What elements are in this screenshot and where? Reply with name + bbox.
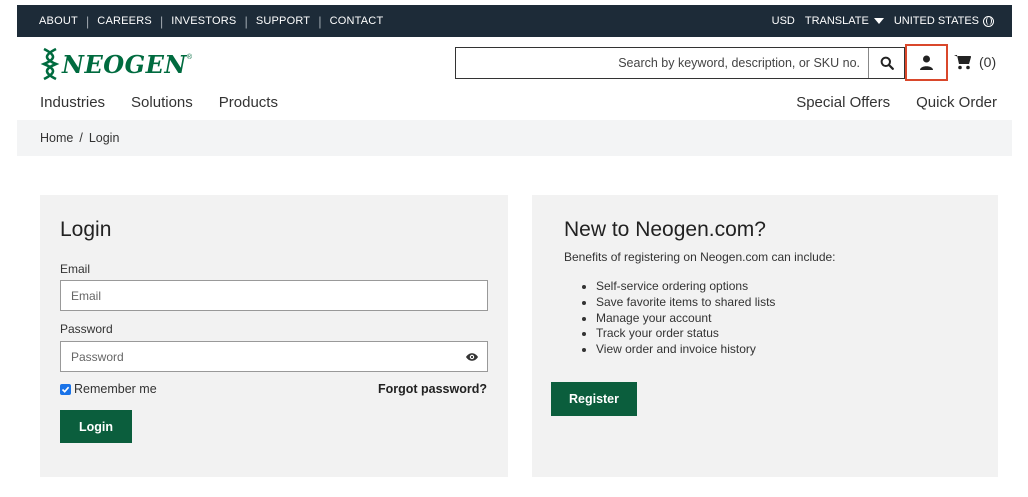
password-field[interactable] (61, 342, 457, 371)
register-title: New to Neogen.com? (564, 218, 766, 241)
register-button[interactable]: Register (551, 382, 637, 416)
utility-bar: ABOUT | CAREERS | INVESTORS | SUPPORT | … (17, 5, 1012, 37)
user-icon (920, 55, 933, 70)
email-field[interactable] (61, 281, 487, 310)
list-item: Manage your account (596, 311, 775, 327)
logo-wordmark: NEOGEN (62, 49, 187, 79)
main-nav: Industries Solutions Products (40, 94, 278, 111)
breadcrumb-home[interactable]: Home (40, 131, 73, 145)
support-link[interactable]: SUPPORT (256, 15, 310, 27)
careers-link[interactable]: CAREERS (97, 15, 152, 27)
caret-down-icon (873, 18, 884, 25)
translate-dropdown[interactable]: TRANSLATE (805, 15, 884, 27)
region-label: UNITED STATES (893, 15, 979, 27)
register-panel: New to Neogen.com? Benefits of registeri… (532, 195, 998, 477)
remember-me-checkbox[interactable] (60, 383, 71, 395)
breadcrumb: Home / Login (17, 120, 1012, 156)
neogen-logo[interactable]: NEOGEN ® (40, 46, 192, 82)
about-link[interactable]: ABOUT (39, 15, 78, 27)
email-field-box (60, 280, 488, 311)
search-input[interactable] (456, 48, 868, 78)
forgot-password-link[interactable]: Forgot password? (378, 382, 487, 396)
separator: | (159, 13, 164, 29)
checkmark-icon (61, 386, 70, 393)
nav-quick-order[interactable]: Quick Order (916, 94, 997, 111)
remember-me[interactable]: Remember me (60, 382, 157, 396)
currency-selector[interactable]: USD (772, 15, 795, 27)
separator: | (85, 13, 90, 29)
search-button[interactable] (868, 48, 904, 78)
show-password-button[interactable] (457, 342, 487, 371)
breadcrumb-separator: / (79, 131, 83, 145)
account-button[interactable] (905, 44, 948, 81)
nav-industries[interactable]: Industries (40, 94, 105, 111)
translate-label: TRANSLATE (804, 15, 869, 27)
utility-right: USD TRANSLATE UNITED STATES (772, 15, 1012, 27)
utility-links: ABOUT | CAREERS | INVESTORS | SUPPORT | … (17, 14, 383, 29)
nav-solutions[interactable]: Solutions (131, 94, 193, 111)
nav-products[interactable]: Products (219, 94, 278, 111)
separator: | (318, 13, 322, 29)
list-item: Save favorite items to shared lists (596, 295, 775, 311)
breadcrumb-current: Login (88, 131, 120, 145)
email-label: Email (60, 262, 91, 276)
contact-link[interactable]: CONTACT (330, 15, 384, 27)
nav-special-offers[interactable]: Special Offers (796, 94, 890, 111)
region-selector[interactable]: UNITED STATES (894, 15, 994, 27)
cart-button[interactable]: (0) (954, 54, 996, 70)
password-field-box (60, 341, 488, 372)
login-panel: Login Email Password Remember me Forgot … (40, 195, 508, 477)
list-item: Self-service ordering options (596, 279, 775, 295)
separator: | (244, 13, 248, 29)
secondary-nav: Special Offers Quick Order (796, 94, 997, 111)
search-bar (455, 47, 905, 79)
login-button[interactable]: Login (60, 410, 132, 443)
globe-icon (983, 15, 994, 27)
login-title: Login (60, 218, 112, 241)
password-label: Password (60, 322, 113, 336)
eye-icon (466, 352, 478, 361)
shopping-cart-icon (954, 55, 971, 70)
search-icon (880, 56, 894, 70)
list-item: Track your order status (596, 326, 775, 342)
cart-count: (0) (979, 54, 997, 70)
list-item: View order and invoice history (596, 342, 775, 358)
register-intro: Benefits of registering on Neogen.com ca… (564, 250, 836, 264)
investors-link[interactable]: INVESTORS (171, 15, 236, 27)
remember-me-label: Remember me (74, 382, 157, 396)
dna-logo-icon (40, 47, 60, 81)
trademark-symbol: ® (186, 54, 193, 61)
benefits-list: Self-service ordering options Save favor… (596, 279, 775, 358)
